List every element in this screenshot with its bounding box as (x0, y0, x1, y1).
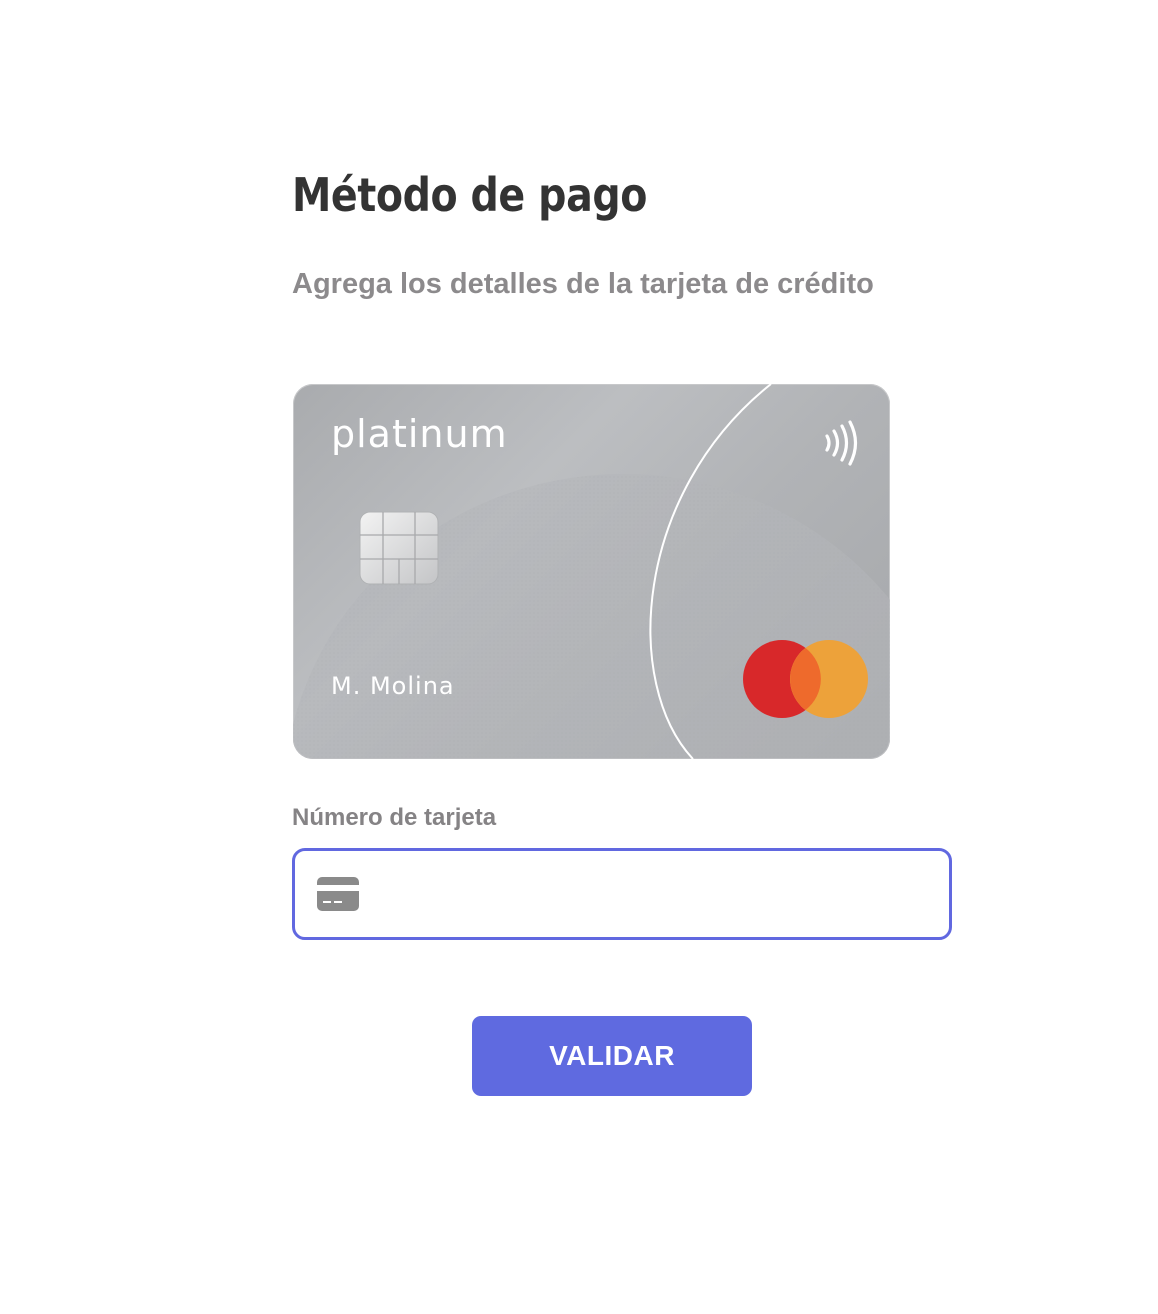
validate-button[interactable]: VALIDAR (472, 1016, 752, 1096)
credit-card-preview: platinum M. Molina (293, 384, 890, 759)
page-subtitle: Agrega los detalles de la tarjeta de cré… (292, 268, 874, 300)
contactless-icon (825, 420, 858, 466)
chip-icon (359, 511, 439, 585)
card-number-field[interactable] (292, 848, 952, 940)
cardholder-name: M. Molina (331, 672, 455, 700)
card-number-input[interactable] (385, 851, 925, 937)
credit-card-icon (317, 877, 359, 911)
card-brand-text: platinum (331, 412, 508, 456)
card-number-label: Número de tarjeta (292, 804, 497, 831)
page-title: Método de pago (292, 168, 647, 222)
mastercard-logo (743, 640, 868, 718)
